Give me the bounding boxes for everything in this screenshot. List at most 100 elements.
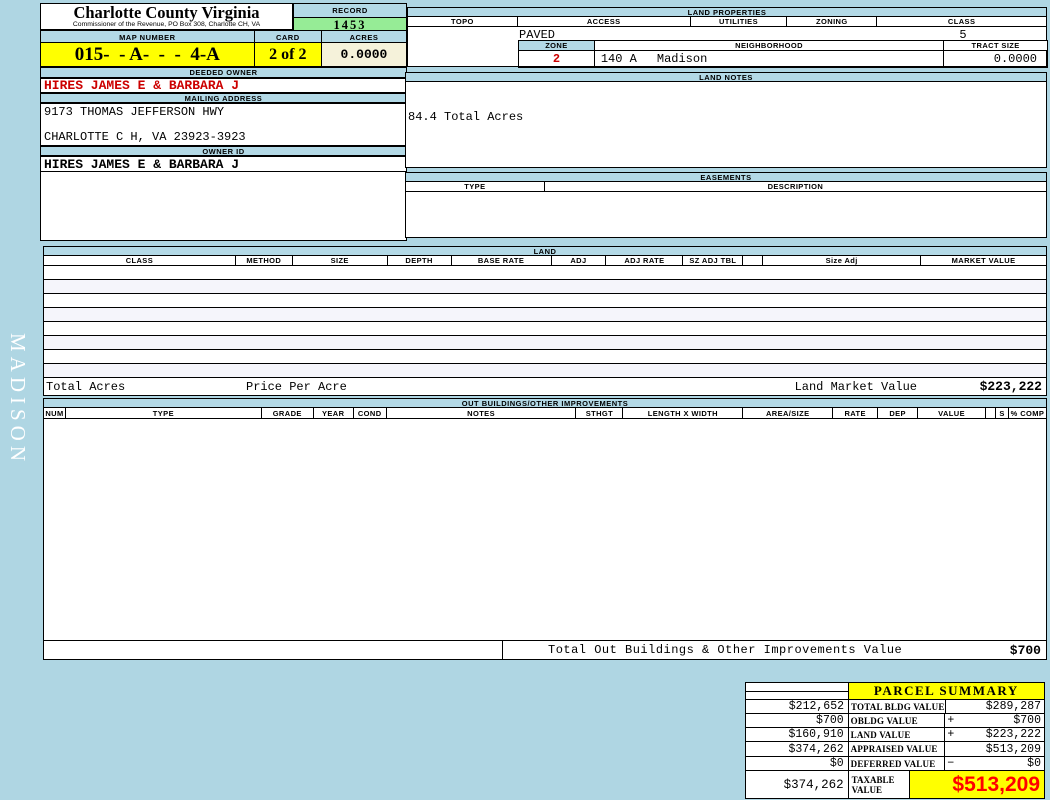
easements-headers: TYPE DESCRIPTION: [405, 182, 1047, 192]
land-notes-title: LAND NOTES: [405, 72, 1047, 82]
land-adj-header: ADJ: [551, 256, 607, 266]
summary-row-appraised: $374,262 APPRAISED VALUE $513,209: [746, 741, 1045, 757]
land-size-header: SIZE: [292, 256, 388, 266]
owner-id-value: HIRES JAMES E & BARBARA J: [40, 156, 407, 172]
neighborhood-label: NEIGHBORHOOD: [594, 41, 945, 51]
land-properties-values: PAVED 5 ZONE NEIGHBORHOOD TRACT SIZE 2 1…: [407, 27, 1048, 68]
map-number-value: 015- - A- - - 4-A: [40, 42, 255, 67]
deferred-value-label: DEFERRED VALUE: [848, 757, 946, 771]
record-box: RECORD 1453: [293, 3, 407, 33]
ob-rate-header: RATE: [833, 408, 879, 419]
easement-type-header: TYPE: [406, 182, 545, 192]
land-note-text: 84.4 Total Acres: [408, 110, 524, 124]
deeded-owner-label: DEEDED OWNER: [40, 67, 407, 78]
land-class-header: CLASS: [44, 256, 236, 266]
land-notes-body: 84.4 Total Acres: [405, 82, 1047, 168]
land-adj-rate-header: ADJ RATE: [606, 256, 684, 266]
ob-area-size-header: AREA/SIZE: [743, 408, 834, 419]
deferred-value-cell: − $0: [945, 757, 1045, 771]
land-row: [44, 308, 1046, 322]
obldg-op: +: [947, 714, 955, 727]
ob-blank-header: [986, 408, 997, 419]
ob-dep-header: DEP: [878, 408, 919, 419]
land-blank-header: [743, 256, 764, 266]
ob-length-width-header: LENGTH X WIDTH: [623, 408, 744, 419]
ob-notes-header: NOTES: [386, 408, 577, 419]
address-line2: CHARLOTTE C H, VA 23923-3923: [44, 130, 246, 144]
land-value: $223,222: [985, 728, 1041, 741]
ob-grade-header: GRADE: [261, 408, 314, 419]
land-row: [44, 280, 1046, 294]
total-bldg-value-cell: $289,287: [945, 700, 1045, 714]
prior-header-bottom-cell: [746, 692, 848, 700]
land-section-title: LAND: [43, 246, 1047, 256]
appraised-value-label: APPRAISED VALUE: [848, 742, 946, 757]
zone-label: ZONE: [519, 41, 595, 51]
zone-subtable: ZONE NEIGHBORHOOD TRACT SIZE 2 140 A Mad…: [518, 40, 1048, 68]
land-row: [44, 350, 1046, 364]
taxable-value-label: TAXABLE VALUE: [848, 771, 911, 799]
owner-id-label: OWNER ID: [40, 146, 407, 156]
land-op: +: [947, 728, 955, 741]
prior-taxable-value: $374,262: [746, 771, 849, 799]
ob-s-header: S: [996, 408, 1010, 419]
ob-total-value: $700: [1009, 642, 1041, 658]
out-buildings-totals-row: Total Out Buildings & Other Improvements…: [43, 641, 1047, 660]
price-per-acre-label: Price Per Acre: [246, 379, 347, 394]
appraised-value: $513,209: [985, 742, 1041, 756]
out-buildings-title: OUT BUILDINGS/OTHER IMPROVEMENTS: [43, 398, 1047, 408]
land-market-value-label: Land Market Value: [794, 379, 917, 394]
summary-row-obldg: $700 OBLDG VALUE + $700: [746, 714, 1045, 728]
neighborhood-name: Madison: [656, 52, 708, 66]
prior-header-top-cell: [746, 683, 848, 692]
summary-row-taxable: $374,262 TAXABLE VALUE $513,209: [746, 770, 1045, 799]
land-row: [44, 336, 1046, 350]
parcel-summary-prior-header: [746, 683, 849, 700]
land-table-headers: CLASS METHOD SIZE DEPTH BASE RATE ADJ AD…: [43, 256, 1048, 266]
map-card-acres-headers: MAP NUMBER CARD ACRES: [40, 30, 407, 44]
class-header: CLASS: [877, 17, 1047, 27]
summary-row-deferred: $0 DEFERRED VALUE − $0: [746, 757, 1045, 771]
taxable-value: $513,209: [910, 771, 1045, 799]
land-properties-headers: TOPO ACCESS UTILITIES ZONING CLASS: [407, 17, 1047, 27]
property-record-card: MADISON Charlotte County Virginia Commis…: [0, 0, 1050, 800]
county-subtitle: Commissioner of the Revenue, PO Box 308,…: [72, 21, 261, 28]
prior-land-value: $160,910: [746, 728, 849, 742]
parcel-summary-title: PARCEL SUMMARY: [848, 683, 1045, 700]
total-acres-label: Total Acres: [46, 379, 126, 394]
parcel-summary: PARCEL SUMMARY $212,652 TOTAL BLDG VALUE…: [745, 682, 1045, 799]
county-title: Charlotte County Virginia: [73, 3, 260, 22]
topo-header: TOPO: [408, 17, 518, 27]
summary-row-total-bldg: $212,652 TOTAL BLDG VALUE $289,287: [746, 700, 1045, 714]
land-market-value-header: MARKET VALUE: [921, 256, 1048, 266]
total-bldg-value: $289,287: [985, 700, 1041, 713]
out-buildings-headers: NUM TYPE GRADE YEAR COND NOTES STHGT LEN…: [43, 408, 1047, 419]
zoning-header: ZONING: [787, 17, 878, 27]
ob-sthgt-header: STHGT: [576, 408, 624, 419]
deferred-value: $0: [1027, 757, 1041, 770]
obldg-value: $700: [1013, 714, 1041, 727]
parcel-summary-header-row: PARCEL SUMMARY: [746, 683, 1045, 700]
prior-deferred-value: $0: [746, 757, 849, 771]
land-row: [44, 322, 1046, 336]
deferred-op: −: [947, 757, 955, 770]
prior-obldg-value: $700: [746, 714, 849, 728]
address-line1: 9173 THOMAS JEFFERSON HWY: [44, 105, 225, 119]
deeded-owner-value: HIRES JAMES E & BARBARA J: [40, 78, 407, 93]
land-totals-row: Total Acres Price Per Acre Land Market V…: [43, 378, 1047, 396]
owner-block-empty-area: [40, 172, 407, 241]
tract-size-label: TRACT SIZE: [944, 41, 1048, 51]
mailing-address-label: MAILING ADDRESS: [40, 93, 407, 103]
obldg-value-label: OBLDG VALUE: [848, 714, 946, 728]
easements-title: EASEMENTS: [405, 172, 1047, 182]
ob-total-label: Total Out Buildings & Other Improvements…: [548, 643, 903, 657]
summary-row-land: $160,910 LAND VALUE + $223,222: [746, 728, 1045, 742]
ob-total-spacer: [44, 641, 503, 659]
mailing-address-block: 9173 THOMAS JEFFERSON HWY CHARLOTTE C H,…: [40, 103, 407, 146]
neighborhood-value: 140 A Madison: [594, 51, 945, 68]
obldg-value-cell: + $700: [945, 714, 1045, 728]
district-sidebar-label: MADISON: [6, 333, 30, 467]
land-method-header: METHOD: [235, 256, 293, 266]
ob-value-header: VALUE: [918, 408, 987, 419]
ob-year-header: YEAR: [313, 408, 354, 419]
